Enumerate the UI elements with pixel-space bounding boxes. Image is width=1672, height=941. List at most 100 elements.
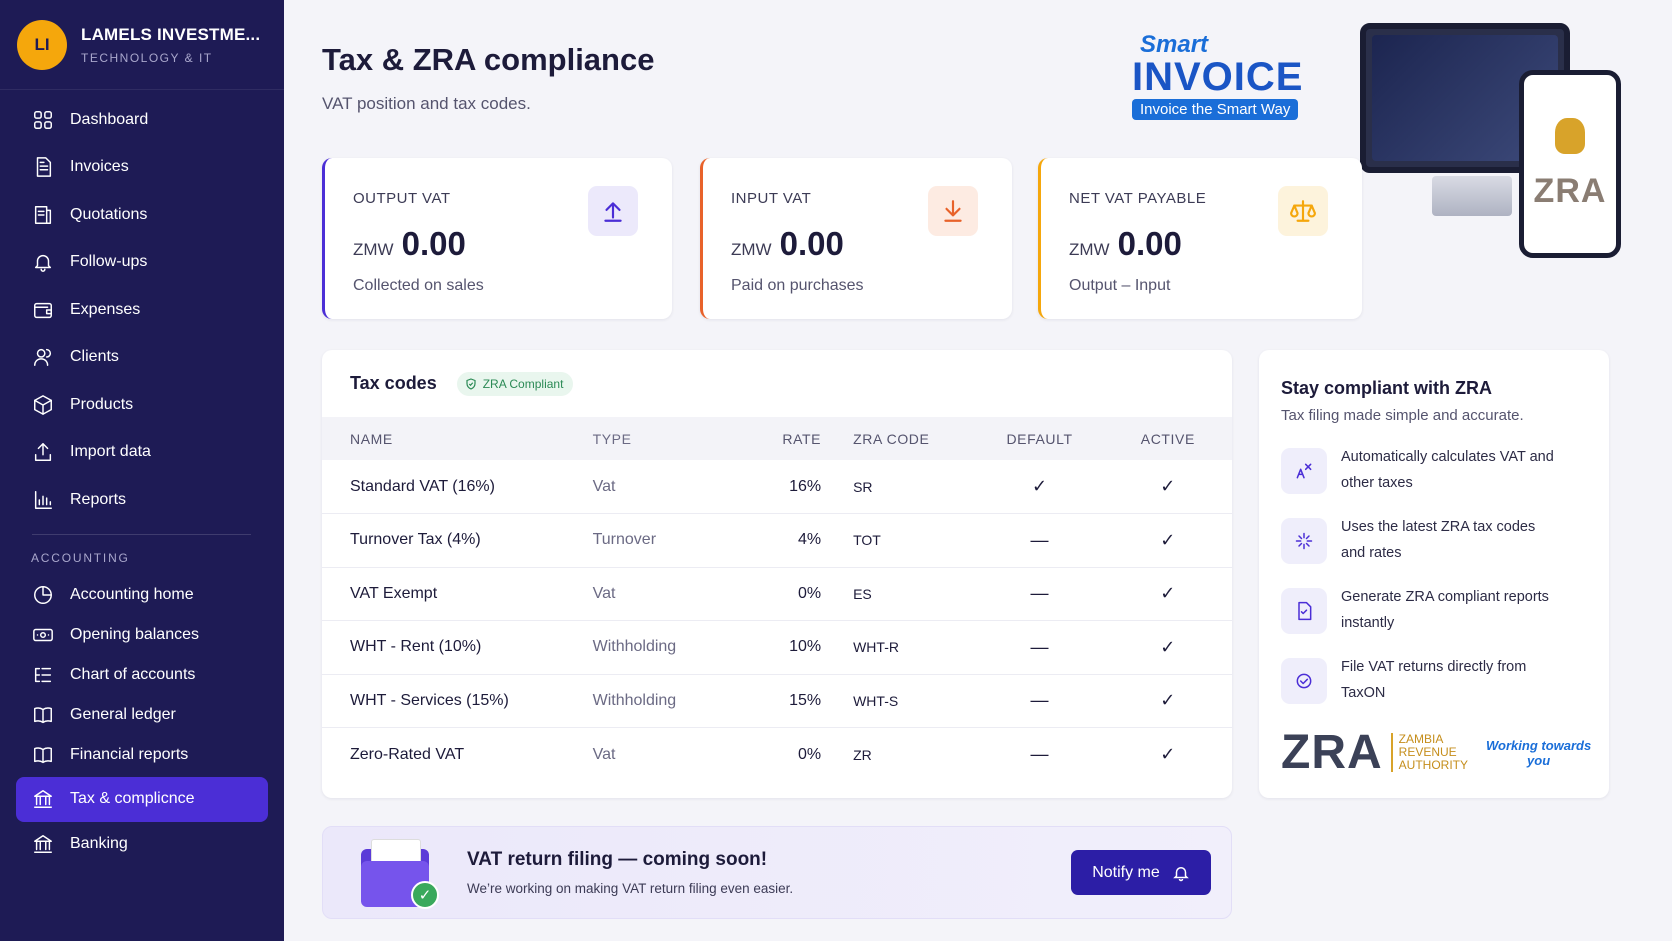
accounting-section-label: ACCOUNTING (31, 550, 130, 565)
wallet-icon (34, 302, 52, 318)
nav-item-invoices[interactable]: Invoices (16, 144, 268, 192)
nav-item-dashboard[interactable]: Dashboard (16, 96, 268, 144)
zra-slogan: Working towards you (1486, 737, 1592, 768)
bell-icon (34, 255, 52, 273)
feature-text: Automatically calculates VAT and other t… (1341, 449, 1554, 491)
col-zra-code[interactable]: ZRA CODE (829, 417, 976, 460)
cell-rate: 15% (732, 674, 830, 728)
tax-codes-card: Tax codes ZRA Compliant NAME TYPE RATE Z… (322, 350, 1232, 798)
nav-item-banking[interactable]: Banking (16, 824, 268, 864)
col-name[interactable]: NAME (322, 417, 593, 460)
banner-subtitle: We’re working on making VAT return filin… (467, 881, 794, 896)
list-tree-icon (34, 667, 52, 682)
cell-zra-code: ZR (853, 746, 872, 763)
smart-invoice-logo: Smart INVOICE Invoice the Smart Way (1132, 31, 1304, 120)
upload-icon (34, 443, 52, 462)
kpi-icon-box (588, 186, 638, 236)
tax-codes-table: NAME TYPE RATE ZRA CODE DEFAULT ACTIVE S… (322, 417, 1232, 781)
nav-item-label: Chart of accounts (70, 665, 196, 683)
cell-active: ✓ (1103, 513, 1232, 568)
kpi-value: 0.00 (779, 225, 844, 262)
compliance-subtitle: Tax filing made simple and accurate. (1281, 407, 1524, 424)
book-icon (34, 746, 52, 763)
cell-rate: 0% (732, 567, 830, 621)
users-icon (34, 349, 52, 367)
cell-active: ✓ (1160, 744, 1176, 764)
nav-item-label: Accounting home (70, 585, 194, 603)
sidebar: LI LAMELS INVESTME... TECHNOLOGY & IT Da… (0, 0, 284, 941)
sparkle-icon (1295, 532, 1313, 550)
nav-item-expenses[interactable]: Expenses (16, 286, 268, 334)
kpi-icon-box (1278, 186, 1328, 236)
cell-zra-code: WHT-S (829, 674, 976, 728)
accounting-nav: Accounting home Opening balances Chart of … (0, 575, 284, 864)
nav-item-label: Quotations (70, 205, 148, 223)
table-row[interactable]: Turnover Tax (4%) Turnover 4% TOT — ✓ (322, 513, 1232, 568)
nav-item-label: Dashboard (70, 110, 149, 128)
table-row[interactable]: WHT - Services (15%) Withholding 15% WHT-S —… (322, 674, 1232, 728)
feature-icon-box (1281, 588, 1327, 634)
cell-name: VAT Exempt (322, 567, 593, 621)
banner-title: VAT return filing — coming soon! (467, 849, 768, 870)
nav-item-label: Reports (70, 490, 127, 508)
report-icon (1298, 601, 1312, 621)
org-avatar: LI (17, 19, 67, 70)
table-header-row: NAME TYPE RATE ZRA CODE DEFAULT ACTIVE (322, 417, 1232, 460)
cell-rate: 10% (732, 620, 830, 675)
nav-item-reports[interactable]: Reports (16, 476, 268, 524)
box-icon (34, 394, 52, 415)
table-row[interactable]: Standard VAT (16%) Vat 16% SR ✓ ✓ (322, 460, 1232, 514)
col-active[interactable]: ACTIVE (1103, 417, 1232, 460)
table-row[interactable]: VAT Exempt Vat 0% ES — ✓ (322, 567, 1232, 621)
nav-item-financial-reports[interactable]: Financial reports (16, 735, 268, 775)
nav-item-products[interactable]: Products (16, 381, 268, 429)
nav-item-label: Expenses (70, 300, 141, 318)
nav-item-clients[interactable]: Clients (16, 334, 268, 382)
nav-item-follow-ups[interactable]: Follow-ups (16, 239, 268, 287)
cell-default: — (1030, 744, 1049, 764)
kpi-card-input-vat: INPUT VAT ZMW 0.00 Paid on purchases (700, 158, 1012, 319)
kpi-card-net-vat-payable: NET VAT PAYABLE ZMW 0.00 Output – Input (1038, 158, 1362, 319)
nav-item-import-data[interactable]: Import data (16, 429, 268, 477)
invoice-icon (36, 157, 52, 178)
cell-name: Zero-Rated VAT (350, 745, 465, 763)
kpi-value: 0.00 (1117, 225, 1182, 262)
table-row[interactable]: WHT - Rent (10%) Withholding 10% WHT-R — ✓ (322, 620, 1232, 675)
cell-rate: 16% (732, 460, 830, 514)
cell-type: Vat (592, 460, 733, 514)
nav-item-quotations[interactable]: Quotations (16, 191, 268, 239)
nav-item-chart-of-accounts[interactable]: Chart of accounts (16, 655, 268, 695)
notify-me-button[interactable]: Notify me (1071, 850, 1211, 895)
cell-zra-code: TOT (829, 513, 976, 568)
nav-item-opening-balances[interactable]: Opening balances (16, 615, 268, 655)
main-nav: Dashboard Invoices Quotations Follow-ups Exp… (0, 96, 284, 524)
nav-item-tax-complicnce[interactable]: Tax & complicnce (16, 776, 268, 822)
file-return-icon (1296, 673, 1312, 689)
org-header[interactable]: LI LAMELS INVESTME... TECHNOLOGY & IT (0, 0, 284, 90)
kpi-currency: ZMW (1069, 240, 1110, 259)
shield-check-icon (466, 377, 476, 390)
scale-icon (1290, 200, 1316, 222)
kpi-note: Paid on purchases (731, 277, 864, 294)
kpi-note: Output – Input (1069, 277, 1171, 294)
nav-item-label: Invoices (70, 158, 129, 176)
cell-zra-code: WHT-R (829, 620, 976, 675)
nav-item-general-ledger[interactable]: General ledger (16, 695, 268, 735)
table-row[interactable]: Zero-Rated VAT Vat 0% ZR — ✓ (322, 728, 1232, 782)
nav-item-accounting-home[interactable]: Accounting home (16, 575, 268, 615)
col-rate[interactable]: RATE (732, 417, 830, 460)
pie-icon (34, 585, 52, 604)
cell-name: WHT - Rent (10%) (322, 620, 593, 675)
kpi-value: 0.00 (401, 225, 466, 262)
phone-illustration: ZRA (1519, 70, 1621, 258)
kpi-currency: ZMW (731, 240, 772, 259)
cell-type: Withholding (592, 674, 733, 728)
download-arrow-icon (944, 200, 962, 222)
cell-rate: 4% (732, 513, 830, 568)
col-type[interactable]: TYPE (592, 417, 733, 460)
feature-text: Uses the latest ZRA tax codes and rates (1341, 519, 1536, 561)
feature-icon-box (1281, 658, 1327, 704)
nav-divider (32, 533, 251, 535)
col-default[interactable]: DEFAULT (975, 417, 1104, 460)
nav-item-label: Clients (70, 348, 119, 366)
